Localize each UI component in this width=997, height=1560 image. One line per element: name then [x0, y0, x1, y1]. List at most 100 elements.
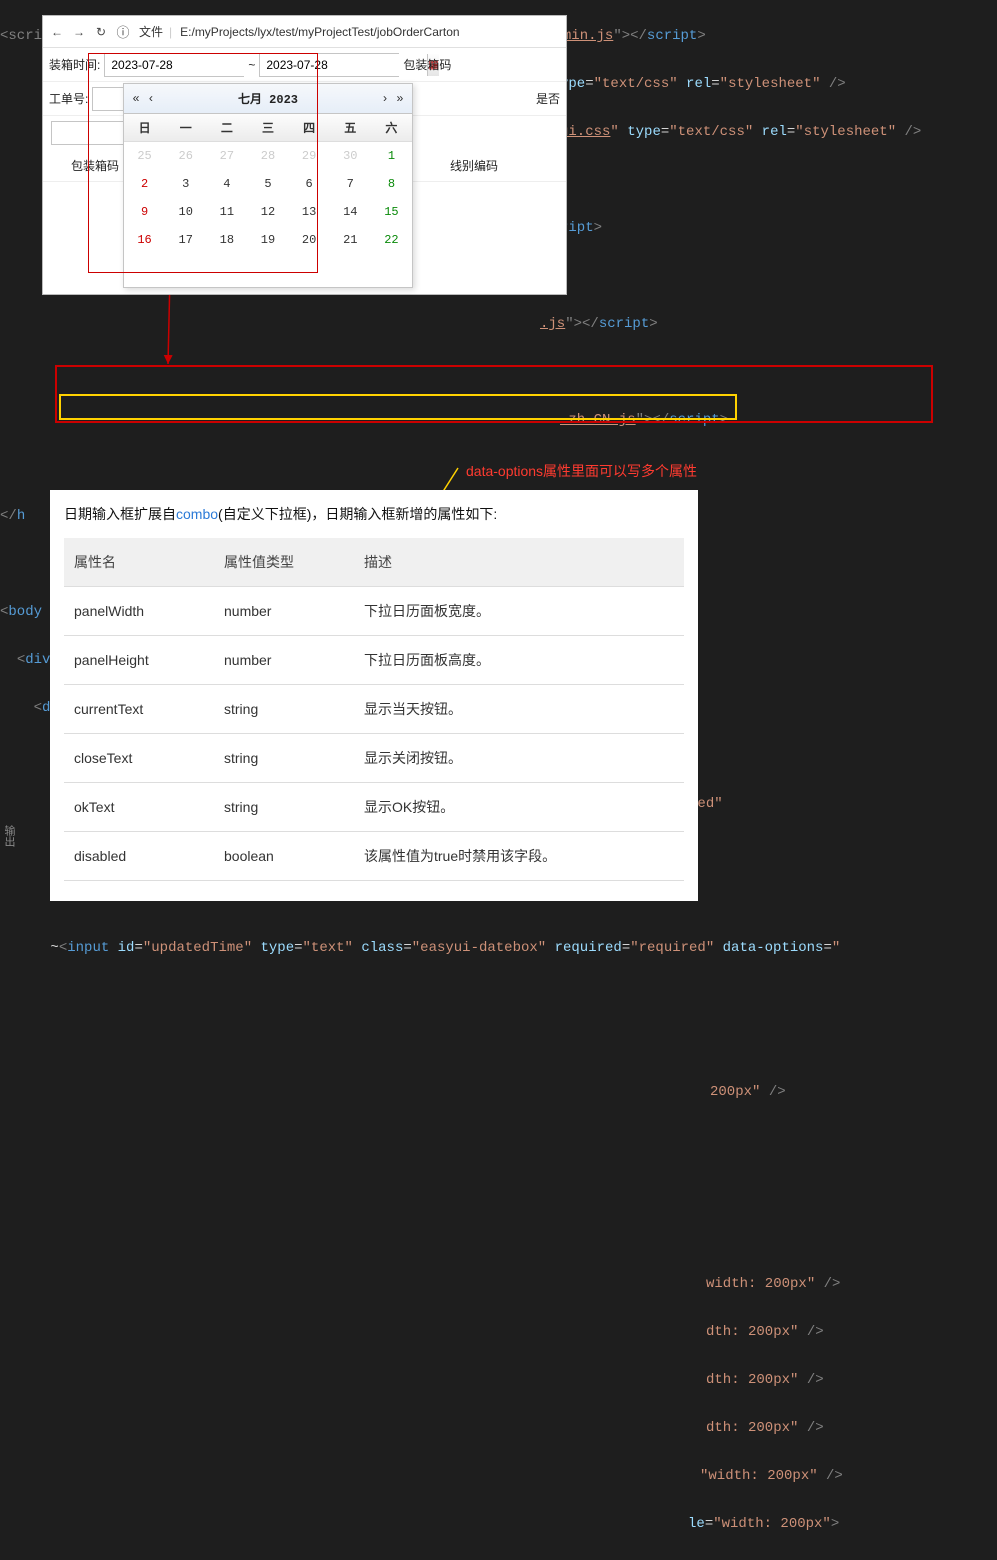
th-type: 属性值类型: [214, 538, 354, 587]
highlight-yellow-box: [59, 394, 737, 420]
day-cell[interactable]: 25: [124, 142, 165, 170]
dow-header: 日: [124, 114, 165, 142]
day-cell[interactable]: 6: [289, 170, 330, 198]
datebox-start[interactable]: ▦: [104, 53, 244, 77]
reload-icon[interactable]: ↻: [93, 25, 109, 39]
datepicker-title[interactable]: 七月 2023: [238, 90, 298, 107]
day-cell[interactable]: 8: [371, 170, 412, 198]
day-cell[interactable]: 17: [165, 226, 206, 254]
day-cell[interactable]: 19: [247, 226, 288, 254]
dow-header: 五: [330, 114, 371, 142]
dow-header: 二: [206, 114, 247, 142]
form-row-dates: 装箱时间: ▦ ~ ▦ 包装箱码: [43, 48, 566, 82]
doc-panel: 日期输入框扩展自combo(自定义下拉框)，日期输入框新增的属性如下: 属性名 …: [50, 490, 698, 901]
cell-desc: 下拉日历面板高度。: [354, 636, 684, 685]
table-row: disabledboolean该属性值为true时禁用该字段。: [64, 832, 684, 881]
info-icon[interactable]: ⓘ: [115, 22, 131, 41]
script-kw: script: [647, 28, 697, 44]
cell-name: disabled: [64, 832, 214, 881]
combo-link[interactable]: combo: [176, 506, 218, 522]
table-row: okTextstring显示OK按钮。: [64, 783, 684, 832]
th-name: 属性名: [64, 538, 214, 587]
cell-name: currentText: [64, 685, 214, 734]
dow-header: 三: [247, 114, 288, 142]
day-cell[interactable]: 20: [289, 226, 330, 254]
datebox-end[interactable]: ▦: [259, 53, 399, 77]
script-close-frag: "></: [613, 28, 647, 44]
table-row: panelHeightnumber下拉日历面板高度。: [64, 636, 684, 685]
prev-year-icon[interactable]: «: [130, 92, 142, 106]
footer-output: 输出: [0, 821, 20, 869]
label-packtime: 装箱时间:: [49, 56, 100, 73]
cell-type: string: [214, 783, 354, 832]
label-jobno: 工单号:: [49, 90, 88, 107]
cell-name: panelHeight: [64, 636, 214, 685]
cell-desc: 显示当天按钮。: [354, 685, 684, 734]
file-label: 文件: [139, 23, 163, 40]
css-file: ui.css: [560, 124, 610, 140]
annotation-text: data-options属性里面可以写多个属性: [466, 461, 697, 481]
bracket: >: [697, 28, 705, 44]
cell-type: string: [214, 685, 354, 734]
attributes-table: 属性名 属性值类型 描述 panelWidthnumber下拉日历面板宽度。pa…: [64, 538, 684, 881]
date-input-end[interactable]: [260, 54, 427, 76]
table-row: currentTextstring显示当天按钮。: [64, 685, 684, 734]
day-cell[interactable]: 2: [124, 170, 165, 198]
day-cell[interactable]: 10: [165, 198, 206, 226]
cell-type: number: [214, 636, 354, 685]
doc-intro: 日期输入框扩展自combo(自定义下拉框)，日期输入框新增的属性如下:: [64, 504, 684, 524]
day-cell[interactable]: 12: [247, 198, 288, 226]
day-cell[interactable]: 1: [371, 142, 412, 170]
next-month-icon[interactable]: ›: [379, 92, 391, 106]
back-icon[interactable]: ←: [49, 25, 65, 39]
day-cell[interactable]: 28: [247, 142, 288, 170]
day-cell[interactable]: 22: [371, 226, 412, 254]
day-cell[interactable]: 11: [206, 198, 247, 226]
cell-type: boolean: [214, 832, 354, 881]
dow-header: 六: [371, 114, 412, 142]
cell-type: string: [214, 734, 354, 783]
date-input-start[interactable]: [105, 54, 272, 76]
table-row: closeTextstring显示关闭按钮。: [64, 734, 684, 783]
intro-pre: 日期输入框扩展自: [64, 506, 176, 522]
cell-name: okText: [64, 783, 214, 832]
datepicker-nav: « ‹ 七月 2023 › »: [124, 84, 412, 114]
day-cell[interactable]: 4: [206, 170, 247, 198]
cell-desc: 该属性值为true时禁用该字段。: [354, 832, 684, 881]
day-cell[interactable]: 14: [330, 198, 371, 226]
datepicker-panel[interactable]: « ‹ 七月 2023 › » 日一二三四五六25262728293012345…: [123, 83, 413, 288]
day-cell[interactable]: 5: [247, 170, 288, 198]
next-year-icon[interactable]: »: [394, 92, 406, 106]
day-cell[interactable]: 26: [165, 142, 206, 170]
table-row: panelWidthnumber下拉日历面板宽度。: [64, 587, 684, 636]
day-cell[interactable]: 7: [330, 170, 371, 198]
forward-icon[interactable]: →: [71, 25, 87, 39]
intro-post: (自定义下拉框)，日期输入框新增的属性如下:: [218, 506, 497, 522]
address-bar: ← → ↻ ⓘ 文件 | E:/myProjects/lyx/test/myPr…: [43, 16, 566, 48]
cell-name: closeText: [64, 734, 214, 783]
day-cell[interactable]: 18: [206, 226, 247, 254]
cell-desc: 下拉日历面板宽度。: [354, 587, 684, 636]
day-cell[interactable]: 30: [330, 142, 371, 170]
day-cell[interactable]: 13: [289, 198, 330, 226]
prev-month-icon[interactable]: ‹: [145, 92, 157, 106]
close-script: "></: [565, 316, 599, 332]
day-cell[interactable]: 29: [289, 142, 330, 170]
day-cell[interactable]: 16: [124, 226, 165, 254]
day-cell[interactable]: 9: [124, 198, 165, 226]
label-packcode: 包装箱码: [403, 56, 451, 73]
label-yesno: 是否: [536, 90, 560, 107]
day-cell[interactable]: 15: [371, 198, 412, 226]
cell-desc: 显示OK按钮。: [354, 783, 684, 832]
js-file: .js: [540, 316, 565, 332]
datepicker-grid: 日一二三四五六252627282930123456789101112131415…: [124, 114, 412, 254]
day-cell[interactable]: 27: [206, 142, 247, 170]
th-desc: 描述: [354, 538, 684, 587]
col-linecode[interactable]: 线别编码: [428, 157, 520, 174]
day-cell[interactable]: 21: [330, 226, 371, 254]
url-text[interactable]: E:/myProjects/lyx/test/myProjectTest/job…: [180, 25, 459, 39]
day-cell[interactable]: 3: [165, 170, 206, 198]
dow-header: 四: [289, 114, 330, 142]
tilde: ~: [248, 58, 255, 72]
cell-type: number: [214, 587, 354, 636]
